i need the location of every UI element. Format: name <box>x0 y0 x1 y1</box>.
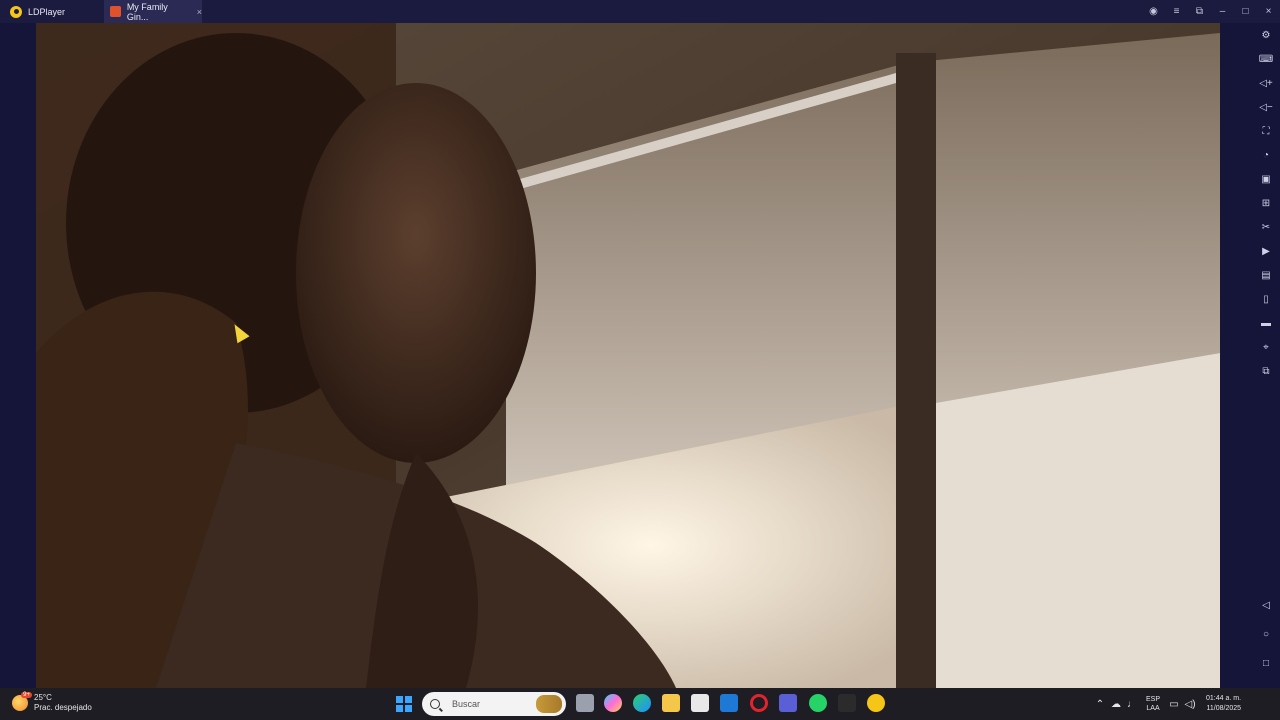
copilot-icon[interactable] <box>604 694 622 712</box>
restore-small-icon[interactable]: ⧉ <box>1188 0 1211 23</box>
weather-sun-icon: 9+ <box>12 692 32 711</box>
weather-temp: 25°C <box>34 693 52 702</box>
weather-widget[interactable]: 9+ 25°C Prac. despejado <box>12 692 92 713</box>
search-placeholder: Buscar <box>452 699 481 709</box>
sync-icon[interactable]: ▤ <box>1259 268 1273 282</box>
start-tile <box>405 705 412 712</box>
start-tile <box>405 696 412 703</box>
file-explorer-icon[interactable] <box>662 694 680 712</box>
layout-code: LAA <box>1146 705 1160 712</box>
settings-icon[interactable]: ⚙ <box>1259 28 1273 42</box>
video-scene <box>36 23 1220 688</box>
mouse-icon[interactable]: ◔ <box>1259 148 1273 162</box>
windows-taskbar: 9+ 25°C Prac. despejado Buscar ⌃ ☁ ♩ ESP… <box>0 688 1280 720</box>
recents-icon[interactable]: □ <box>1259 656 1273 670</box>
title-bar: LDPlayer My Family Gin... × ◉ ≡ ⧉ – □ × <box>0 0 1280 23</box>
chevron-up-icon[interactable]: ⌃ <box>1092 699 1108 710</box>
emulator-screen[interactable] <box>36 23 1220 688</box>
location-icon[interactable]: ⌖ <box>1259 340 1273 354</box>
window-controls: ◉ ≡ ⧉ – □ × <box>1142 0 1280 23</box>
right-toolbar <box>1220 23 1280 688</box>
cloud-icon[interactable]: ☁ <box>1108 699 1124 710</box>
taskbar-search[interactable]: Buscar <box>422 692 566 716</box>
teams-icon[interactable] <box>779 694 797 712</box>
app-name: LDPlayer <box>28 6 66 17</box>
clock[interactable]: 01:44 a. m. 11/08/2025 <box>1206 694 1241 714</box>
ldplayer-icon[interactable] <box>867 694 885 712</box>
search-icon <box>430 699 440 709</box>
robot-icon[interactable]: ⊞ <box>1259 196 1273 210</box>
screenshot-icon[interactable]: ⛶ <box>1259 124 1273 138</box>
profile-icon[interactable]: ◉ <box>1142 0 1165 23</box>
store-icon[interactable] <box>691 694 709 712</box>
tab-label: My Family Gin... <box>126 1 168 22</box>
search-highlight-image <box>536 695 562 713</box>
ldplayer-home-tab[interactable]: LDPlayer <box>10 0 65 23</box>
weather-condition: Prac. despejado <box>34 703 92 712</box>
game-icon <box>110 6 121 17</box>
network-icon[interactable]: ▭ <box>1166 699 1182 710</box>
minimize-icon[interactable]: – <box>1211 0 1234 23</box>
menu-icon[interactable]: ≡ <box>1165 0 1188 23</box>
notification-badge: 9+ <box>21 692 32 698</box>
volume-down-icon[interactable]: ◁− <box>1259 100 1273 114</box>
outlook-icon[interactable] <box>720 694 738 712</box>
record-icon[interactable]: ▣ <box>1259 172 1273 186</box>
whatsapp-icon[interactable] <box>809 694 827 712</box>
app-icon[interactable] <box>838 694 856 712</box>
volume-up-icon[interactable]: ◁+ <box>1259 76 1273 90</box>
language-code: ESP <box>1146 696 1161 703</box>
back-icon[interactable]: ◁ <box>1259 598 1273 612</box>
start-tile <box>396 705 403 712</box>
ldplayer-logo-icon <box>10 5 22 18</box>
date: 11/08/2025 <box>1206 705 1242 712</box>
opera-icon[interactable] <box>750 694 768 712</box>
speaker-icon[interactable]: ◁) <box>1182 699 1198 710</box>
task-view-icon[interactable] <box>576 694 594 712</box>
folder-icon[interactable]: ▬ <box>1259 316 1273 330</box>
start-tile <box>396 696 403 703</box>
tab-my-family[interactable]: My Family Gin... × <box>104 0 202 23</box>
video-icon[interactable]: ▶ <box>1259 244 1273 258</box>
apk-icon[interactable]: ▯ <box>1259 292 1273 306</box>
left-margin <box>0 23 36 688</box>
close-tab-icon[interactable]: × <box>197 7 202 17</box>
microphone-icon[interactable]: ♩ <box>1124 699 1140 710</box>
close-icon[interactable]: × <box>1257 0 1280 23</box>
scissors-icon[interactable]: ✂ <box>1259 220 1273 234</box>
time: 01:44 a. m. <box>1206 695 1242 702</box>
start-button[interactable] <box>396 696 412 712</box>
language-indicator[interactable]: ESP LAA <box>1146 695 1160 713</box>
home-icon[interactable]: ○ <box>1259 627 1273 641</box>
multi-instance-icon[interactable]: ⧉ <box>1259 364 1273 378</box>
edge-icon[interactable] <box>633 694 651 712</box>
system-tray: ⌃ ☁ ♩ ESP LAA ▭ ◁) 01:44 a. m. 11/08/202… <box>1092 688 1241 720</box>
keyboard-icon[interactable]: ⌨ <box>1259 52 1273 66</box>
maximize-icon[interactable]: □ <box>1234 0 1257 23</box>
